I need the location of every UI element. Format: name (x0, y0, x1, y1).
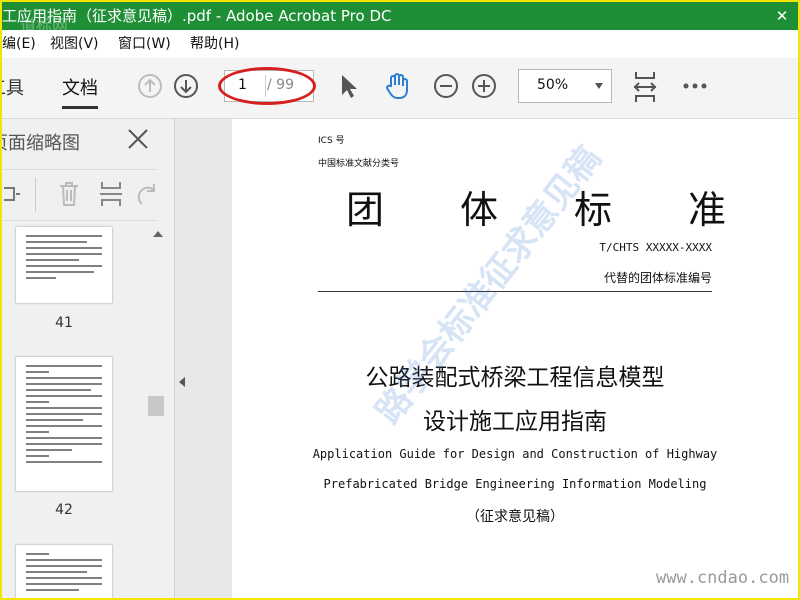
page-thumbnail[interactable] (16, 227, 112, 303)
page-thumbnail[interactable] (16, 357, 112, 491)
fit-page-icon[interactable] (630, 70, 660, 102)
close-window-icon[interactable]: ✕ (772, 2, 792, 30)
ics-number: ICS 号 (318, 136, 345, 146)
title-en-line2: Prefabricated Bridge Engineering Informa… (323, 477, 707, 491)
zoom-select[interactable]: 50% (518, 69, 612, 103)
options-icon[interactable] (2, 182, 24, 206)
document-page: ICS 号 中国标准文献分类号 团 体 标 准 T/CHTS XXXXX-XXX… (232, 119, 798, 598)
thumbnail-scrollbar[interactable] (148, 227, 166, 598)
menu-view[interactable]: 视图(V) (50, 30, 99, 58)
extract-icon[interactable] (98, 180, 124, 208)
collapse-panel-icon[interactable] (179, 377, 185, 387)
title-cn-line2: 设计施工应用指南 (423, 409, 607, 435)
replace-note: 代替的团体标准编号 (603, 271, 712, 285)
rotate-icon[interactable] (136, 180, 160, 208)
big-title-char: 团 (346, 188, 385, 232)
zoom-value: 50% (537, 77, 569, 93)
big-title-char: 体 (459, 188, 498, 232)
title-bar: 工应用指南（征求意见稿）.pdf - Adobe Acrobat Pro DC … (2, 2, 798, 35)
standard-code: T/CHTS XXXXX-XXXX (599, 241, 712, 254)
thumbnails-panel: 页面缩略图 41 (2, 119, 174, 598)
menu-window[interactable]: 窗口(W) (118, 30, 171, 58)
zoom-out-icon[interactable] (431, 71, 461, 101)
header-rule (318, 291, 712, 292)
big-title-char: 准 (687, 188, 726, 232)
scroll-up-icon[interactable] (153, 231, 163, 237)
acrobat-window: 工应用指南（征求意见稿）.pdf - Adobe Acrobat Pro DC … (0, 0, 800, 600)
panel-toolbar (2, 169, 158, 221)
title-cn-line1: 公路装配式桥梁工程信息模型 (365, 365, 665, 391)
chevron-down-icon (595, 83, 603, 89)
thumbnail-list: 41 42 (2, 227, 148, 598)
page-thumbnail[interactable] (16, 545, 112, 598)
annotation-ellipse (218, 67, 316, 105)
thumbnail-label: 42 (55, 502, 73, 518)
scroll-thumb[interactable] (148, 396, 164, 416)
hand-icon[interactable] (382, 71, 412, 101)
delete-icon[interactable] (57, 180, 81, 208)
tab-tools[interactable]: 工具 (2, 74, 24, 100)
arrow-up-circle-icon[interactable] (135, 71, 165, 101)
title-en-line1: Application Guide for Design and Constru… (312, 447, 718, 461)
menu-bar: 编(E) 视图(V) 窗口(W) 帮助(H) (2, 30, 798, 58)
menu-edit[interactable]: 编(E) (2, 30, 36, 58)
draft-label: （征求意见稿） (466, 509, 564, 525)
panel-title: 页面缩略图 (2, 133, 80, 154)
url-watermark: www.cndao.com (656, 568, 790, 588)
panel-splitter[interactable] (174, 119, 233, 598)
tool-divider (35, 178, 36, 212)
more-icon[interactable] (680, 71, 710, 101)
arrow-down-circle-icon[interactable] (171, 71, 201, 101)
zoom-in-icon[interactable] (469, 71, 499, 101)
toolbar: 工具 文档 / 99 50% (2, 58, 798, 119)
pointer-icon[interactable] (334, 71, 364, 101)
classification-number: 中国标准文献分类号 (318, 159, 400, 169)
menu-help[interactable]: 帮助(H) (190, 30, 239, 58)
thumbnail-label: 41 (55, 315, 73, 331)
tab-document[interactable]: 文档 (62, 74, 98, 109)
close-icon[interactable] (126, 127, 150, 151)
